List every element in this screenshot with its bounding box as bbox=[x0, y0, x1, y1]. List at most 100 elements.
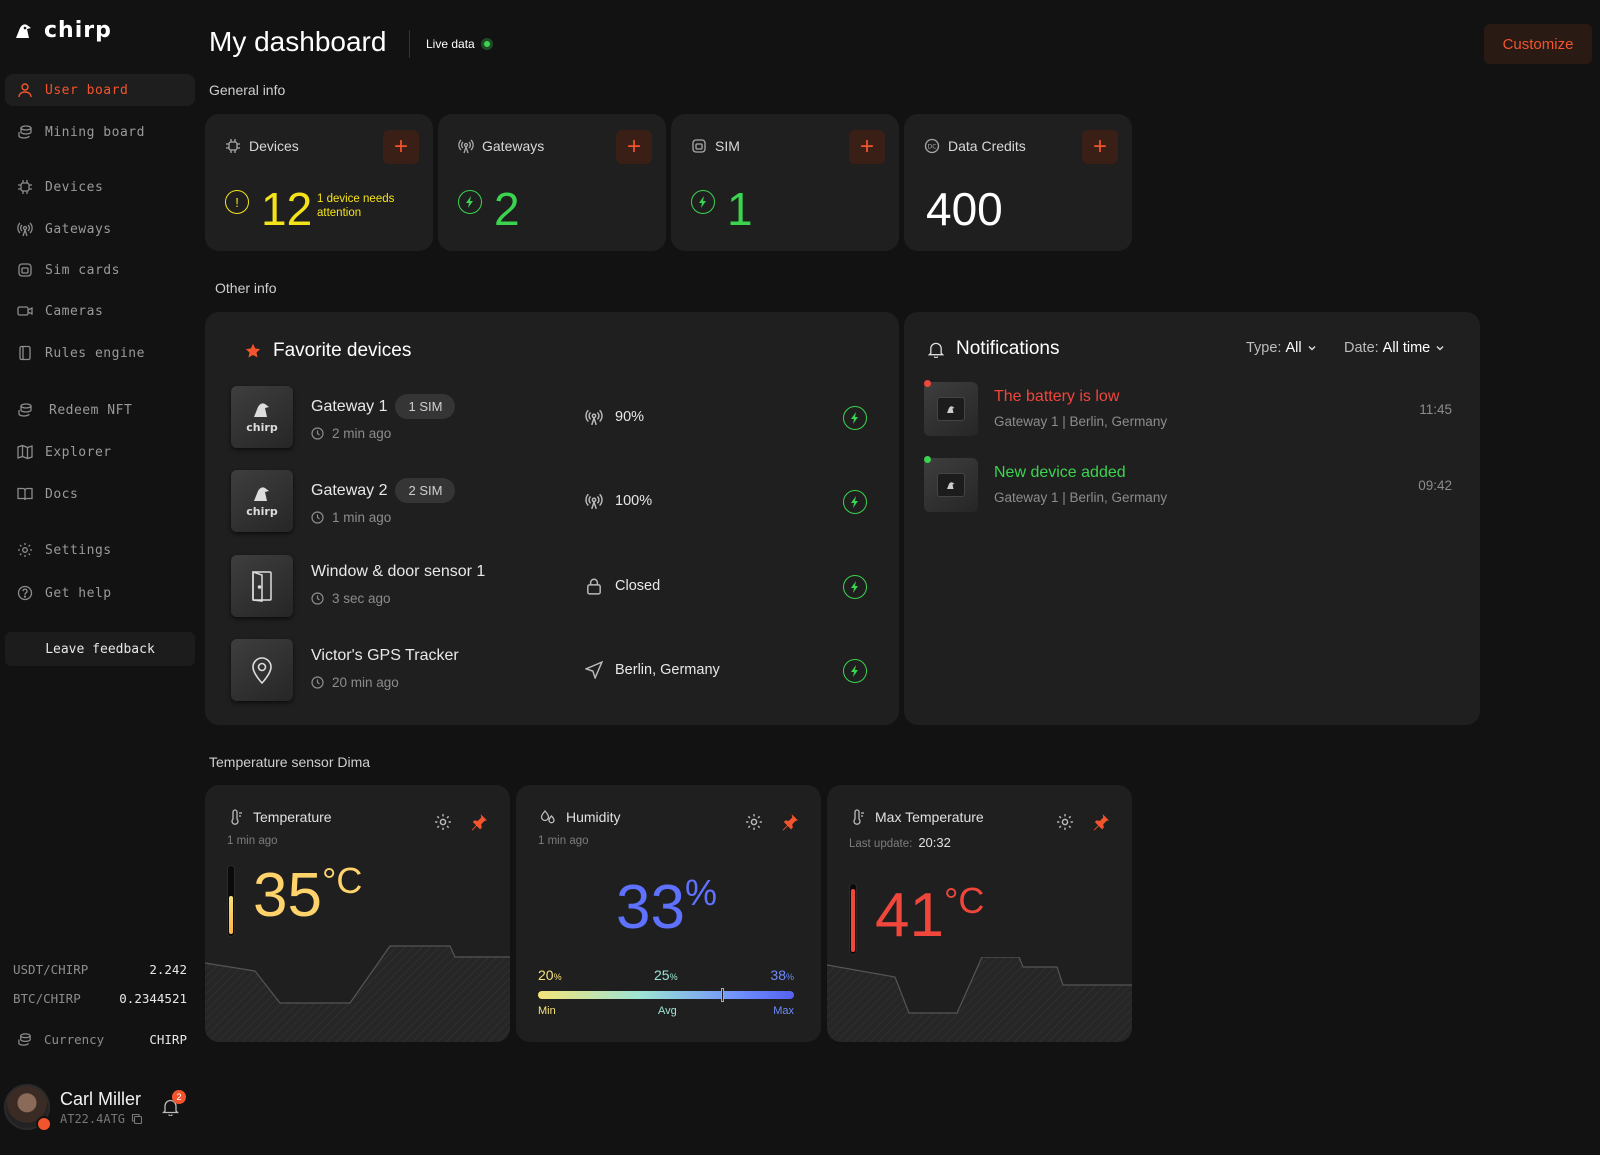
avatar[interactable] bbox=[4, 1084, 52, 1132]
notification-item[interactable]: New device added Gateway 1 | Berlin, Ger… bbox=[924, 456, 1452, 514]
humidity-min: 20 bbox=[538, 967, 554, 983]
max-temperature-sparkline bbox=[827, 957, 1132, 1042]
max-temperature-level-bar bbox=[849, 883, 857, 955]
device-time: 2 min ago bbox=[332, 426, 392, 441]
filter-value: All bbox=[1285, 340, 1302, 356]
add-credits-button[interactable]: + bbox=[1082, 130, 1118, 164]
customize-button[interactable]: Customize bbox=[1484, 24, 1592, 64]
stat-card-sim[interactable]: SIM + 1 bbox=[671, 114, 899, 251]
sidebar-item-label: Docs bbox=[45, 486, 79, 502]
sidebar-item-gateways[interactable]: Gateways bbox=[5, 213, 195, 245]
leave-feedback-button[interactable]: Leave feedback bbox=[5, 632, 195, 666]
chirp-bird-icon bbox=[254, 486, 269, 501]
notification-count: 2 bbox=[172, 1090, 186, 1104]
sidebar-item-docs[interactable]: Docs bbox=[5, 478, 195, 510]
sidebar-item-get-help[interactable]: Get help bbox=[5, 577, 195, 609]
notification-title: New device added bbox=[994, 464, 1126, 481]
sidebar: chirp User board Mining board Devices Ga… bbox=[0, 0, 200, 1155]
temperature-value: 35 bbox=[253, 861, 322, 930]
humidity-avg-unit: % bbox=[669, 972, 678, 982]
currency-selector[interactable]: Currency CHIRP bbox=[17, 1032, 187, 1047]
last-update-value: 20:32 bbox=[918, 835, 951, 850]
rate-pair: USDT/CHIRP bbox=[13, 962, 89, 977]
type-filter-dropdown[interactable]: Type: All bbox=[1246, 340, 1318, 356]
copy-icon[interactable] bbox=[131, 1113, 143, 1125]
sidebar-item-mining-board[interactable]: Mining board bbox=[5, 116, 195, 148]
gear-icon[interactable] bbox=[1056, 813, 1074, 831]
stat-label: Data Credits bbox=[948, 138, 1026, 154]
pin-icon[interactable] bbox=[781, 813, 799, 831]
rate-value: 0.2344521 bbox=[119, 991, 187, 1006]
notification-device-thumbnail bbox=[924, 382, 978, 436]
user-name: Carl Miller bbox=[60, 1088, 141, 1109]
gear-icon[interactable] bbox=[434, 813, 452, 831]
favorite-device-row[interactable]: chirp Gateway 1 1 SIM 2 min ago 90% bbox=[231, 386, 867, 450]
stat-card-data-credits[interactable]: DC Data Credits + 400 bbox=[904, 114, 1132, 251]
sidebar-item-label: User board bbox=[45, 82, 129, 98]
sidebar-item-label: Sim cards bbox=[45, 262, 120, 278]
favorite-devices-card: Favorite devices chirp Gateway 1 1 SIM 2 … bbox=[205, 312, 899, 725]
map-icon bbox=[17, 444, 33, 460]
humidity-max-label: Max bbox=[773, 1005, 794, 1017]
star-icon bbox=[245, 343, 261, 358]
user-id: AT22.4ATG bbox=[60, 1111, 126, 1126]
stat-label: SIM bbox=[715, 138, 740, 154]
user-profile[interactable]: Carl Miller AT22.4ATG bbox=[4, 1084, 143, 1132]
sidebar-item-cameras[interactable]: Cameras bbox=[5, 295, 195, 327]
notification-title: The battery is low bbox=[994, 388, 1120, 405]
sidebar-item-rules-engine[interactable]: Rules engine bbox=[5, 337, 195, 369]
antenna-icon bbox=[585, 409, 603, 426]
notifications-bell[interactable]: 2 bbox=[161, 1090, 186, 1121]
coins-icon bbox=[18, 125, 32, 139]
rate-row: USDT/CHIRP 2.242 bbox=[13, 962, 187, 977]
chevron-down-icon bbox=[1436, 346, 1444, 351]
user-icon bbox=[18, 83, 32, 98]
pin-icon[interactable] bbox=[1092, 813, 1110, 831]
add-device-button[interactable]: + bbox=[383, 130, 419, 164]
coins-icon bbox=[18, 403, 32, 417]
divider bbox=[409, 30, 410, 58]
book-open-icon bbox=[17, 487, 33, 501]
stat-card-gateways[interactable]: Gateways + 2 bbox=[438, 114, 666, 251]
favorite-device-row[interactable]: chirp Gateway 2 2 SIM 1 min ago 100% bbox=[231, 470, 867, 534]
antenna-icon bbox=[585, 493, 603, 510]
device-brand: chirp bbox=[246, 420, 278, 434]
chirp-bird-icon bbox=[16, 23, 31, 38]
pin-icon[interactable] bbox=[470, 813, 488, 831]
sim-icon bbox=[18, 263, 32, 277]
logo[interactable]: chirp bbox=[14, 18, 112, 43]
bolt-icon bbox=[691, 190, 715, 214]
section-label-sensor: Temperature sensor Dima bbox=[209, 754, 371, 770]
sidebar-item-user-board[interactable]: User board bbox=[5, 74, 195, 106]
notification-time: 09:42 bbox=[1418, 478, 1452, 493]
sidebar-item-explorer[interactable]: Explorer bbox=[5, 436, 195, 468]
bolt-icon bbox=[843, 659, 867, 683]
sidebar-item-settings[interactable]: Settings bbox=[5, 534, 195, 566]
notification-source: Gateway 1 | Berlin, Germany bbox=[994, 490, 1168, 505]
favorite-device-row[interactable]: Window & door sensor 1 3 sec ago Closed bbox=[231, 555, 867, 619]
add-sim-button[interactable]: + bbox=[849, 130, 885, 164]
favorite-device-row[interactable]: Victor's GPS Tracker 20 min ago Berlin, … bbox=[231, 639, 867, 703]
humidity-value-display: 33% bbox=[616, 875, 717, 939]
coins-icon bbox=[18, 1033, 31, 1046]
stat-value: 400 bbox=[926, 183, 1003, 235]
sidebar-item-devices[interactable]: Devices bbox=[5, 171, 195, 203]
temperature-widget[interactable]: Temperature 1 min ago 35°C bbox=[205, 785, 510, 1042]
humidity-widget[interactable]: Humidity 1 min ago 33% 20% 25% 38% Min A… bbox=[516, 785, 821, 1042]
attention-note: 1 device needs attention bbox=[317, 193, 395, 219]
add-gateway-button[interactable]: + bbox=[616, 130, 652, 164]
unread-dot bbox=[924, 456, 931, 463]
notification-item[interactable]: The battery is low Gateway 1 | Berlin, G… bbox=[924, 380, 1452, 438]
gear-icon[interactable] bbox=[745, 813, 763, 831]
date-filter-dropdown[interactable]: Date: All time bbox=[1344, 340, 1446, 356]
sidebar-item-redeem-nft[interactable]: Redeem NFT bbox=[5, 394, 195, 426]
droplets-icon bbox=[540, 810, 555, 824]
humidity-current-marker bbox=[720, 988, 724, 1002]
filter-value: All time bbox=[1382, 340, 1431, 356]
thermometer-icon bbox=[853, 809, 864, 825]
stat-card-devices[interactable]: Devices + ! 12 1 device needs attention bbox=[205, 114, 433, 251]
sidebar-item-sim-cards[interactable]: Sim cards bbox=[5, 254, 195, 286]
notification-source: Gateway 1 | Berlin, Germany bbox=[994, 414, 1168, 429]
max-temperature-value-display: 41°C bbox=[875, 883, 984, 947]
max-temperature-widget[interactable]: Max Temperature Last update: 20:32 41°C bbox=[827, 785, 1132, 1042]
